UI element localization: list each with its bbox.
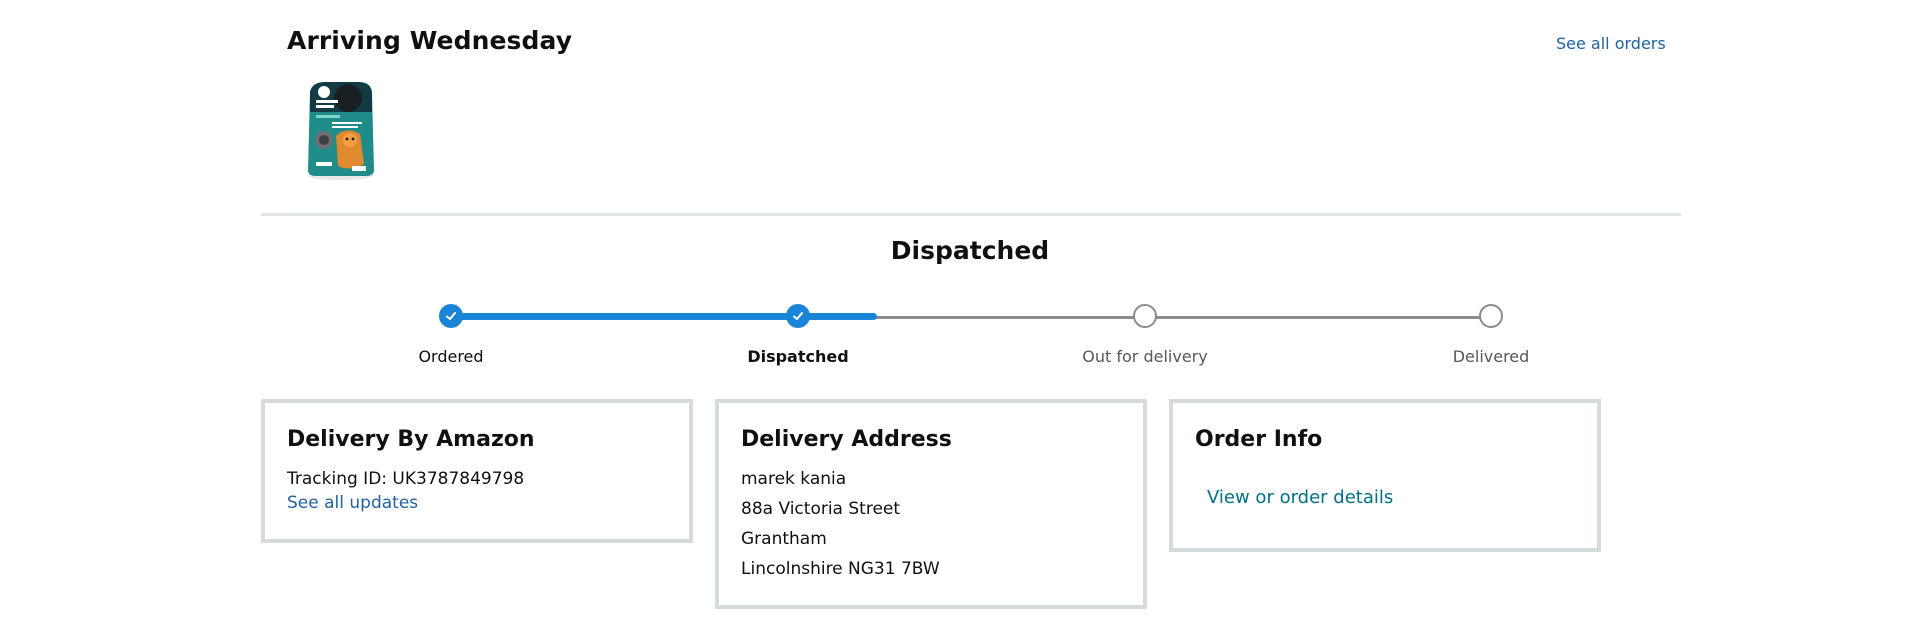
see-all-orders-link[interactable]: See all orders [1556,34,1666,53]
progress-fill [451,313,877,320]
step-node-out-for-delivery [1133,304,1157,328]
address-line-city: Grantham [741,529,827,549]
tracking-id: Tracking ID: UK3787849798 [287,469,525,489]
order-info-card: Order Info View or order details [1169,399,1601,552]
address-line-street: 88a Victoria Street [741,499,901,519]
see-all-updates-link[interactable]: See all updates [287,493,418,513]
step-label-ordered: Ordered [418,347,484,366]
view-order-details-link[interactable]: View or order details [1207,487,1393,508]
delivery-by-title: Delivery By Amazon [287,427,535,452]
check-icon [446,312,456,320]
check-icon [793,312,803,320]
step-node-dispatched [786,304,810,328]
step-node-ordered [439,304,463,328]
address-line-postcode: Lincolnshire NG31 7BW [741,559,940,579]
delivery-address-title: Delivery Address [741,427,952,452]
status-title: Dispatched [890,236,1050,265]
product-image[interactable] [302,78,382,182]
cat-litter-bag-icon [308,82,374,180]
step-label-delivered: Delivered [1452,347,1530,366]
section-divider [261,213,1681,216]
address-line-name: marek kania [741,469,847,489]
arrival-title: Arriving Wednesday [287,26,573,55]
order-info-title: Order Info [1195,427,1323,452]
step-label-dispatched: Dispatched [747,347,849,366]
step-node-delivered [1479,304,1503,328]
delivery-address-card: Delivery Address marek kania 88a Victori… [715,399,1147,609]
step-label-out-for-delivery: Out for delivery [1082,347,1208,366]
delivery-by-card: Delivery By Amazon Tracking ID: UK378784… [261,399,693,543]
